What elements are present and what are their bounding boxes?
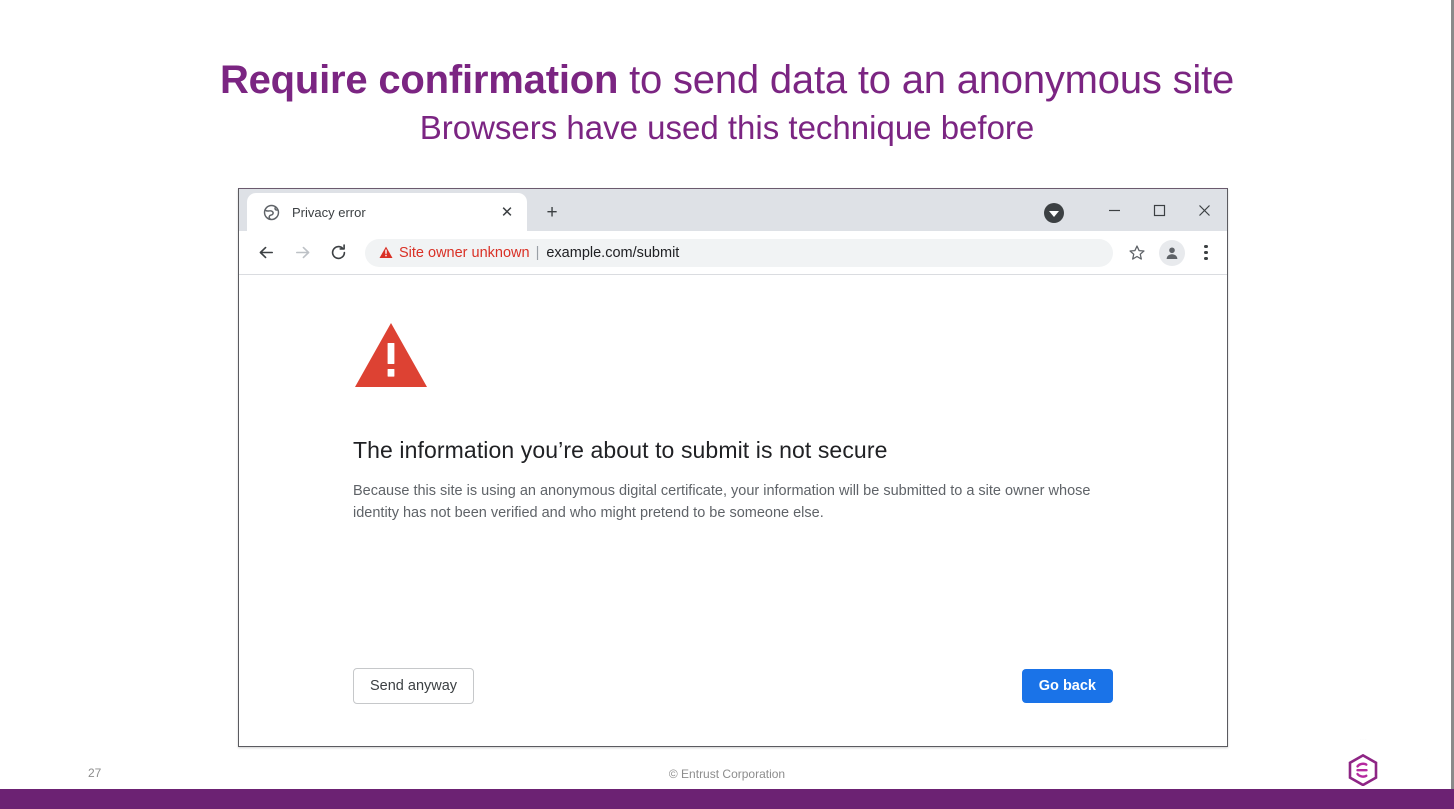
slide-title-block: Require confirmation to send data to an … <box>0 58 1454 147</box>
page-title: Require confirmation to send data to an … <box>0 58 1454 104</box>
warning-triangle-icon <box>379 246 393 259</box>
browser-window: Privacy error ✕ + <box>238 188 1228 747</box>
tab-search-icon[interactable] <box>1044 203 1064 223</box>
go-back-button[interactable]: Go back <box>1022 669 1113 703</box>
window-close-icon[interactable] <box>1182 189 1227 231</box>
address-bar[interactable]: Site owner unknown | example.com/submit <box>365 239 1113 267</box>
browser-tab-title: Privacy error <box>292 205 497 220</box>
copyright-text: © Entrust Corporation <box>0 767 1454 781</box>
interstitial-button-row: Send anyway Go back <box>353 668 1113 704</box>
interstitial-heading: The information you’re about to submit i… <box>353 437 1227 464</box>
page-title-bold: Require confirmation <box>220 58 618 102</box>
minimize-icon[interactable] <box>1092 189 1137 231</box>
interstitial-page: The information you’re about to submit i… <box>239 275 1227 746</box>
chevron-down-icon <box>1049 211 1059 217</box>
star-icon[interactable] <box>1123 239 1151 267</box>
menu-dot <box>1204 245 1207 248</box>
warning-triangle-icon <box>353 321 429 389</box>
three-dot-menu-icon[interactable] <box>1193 240 1219 266</box>
globe-icon <box>263 204 280 221</box>
slide-bottom-bar <box>0 789 1454 809</box>
back-arrow-icon[interactable] <box>251 238 281 268</box>
interstitial-body-text: Because this site is using an anonymous … <box>353 480 1125 525</box>
new-tab-button[interactable]: + <box>537 197 567 227</box>
forward-arrow-icon[interactable] <box>287 238 317 268</box>
reload-icon[interactable] <box>323 238 353 268</box>
maximize-icon[interactable] <box>1137 189 1182 231</box>
send-anyway-button[interactable]: Send anyway <box>353 668 474 704</box>
close-icon[interactable]: ✕ <box>497 202 517 222</box>
browser-tab-strip: Privacy error ✕ + <box>239 189 1227 231</box>
menu-dot <box>1204 251 1207 254</box>
security-status-text: Site owner unknown <box>399 245 530 261</box>
profile-avatar-icon[interactable] <box>1159 240 1185 266</box>
browser-tab-privacy-error[interactable]: Privacy error ✕ <box>247 193 527 231</box>
page-subtitle: Browsers have used this technique before <box>0 108 1454 148</box>
url-text: example.com/submit <box>546 245 679 261</box>
page-title-rest: to send data to an anonymous site <box>618 58 1234 102</box>
entrust-hexagon-icon <box>1348 754 1378 786</box>
omnibox-separator: | <box>536 245 540 261</box>
window-controls-group <box>1044 189 1227 231</box>
presentation-slide: Require confirmation to send data to an … <box>0 0 1454 809</box>
browser-toolbar: Site owner unknown | example.com/submit <box>239 231 1227 275</box>
menu-dot <box>1204 257 1207 260</box>
